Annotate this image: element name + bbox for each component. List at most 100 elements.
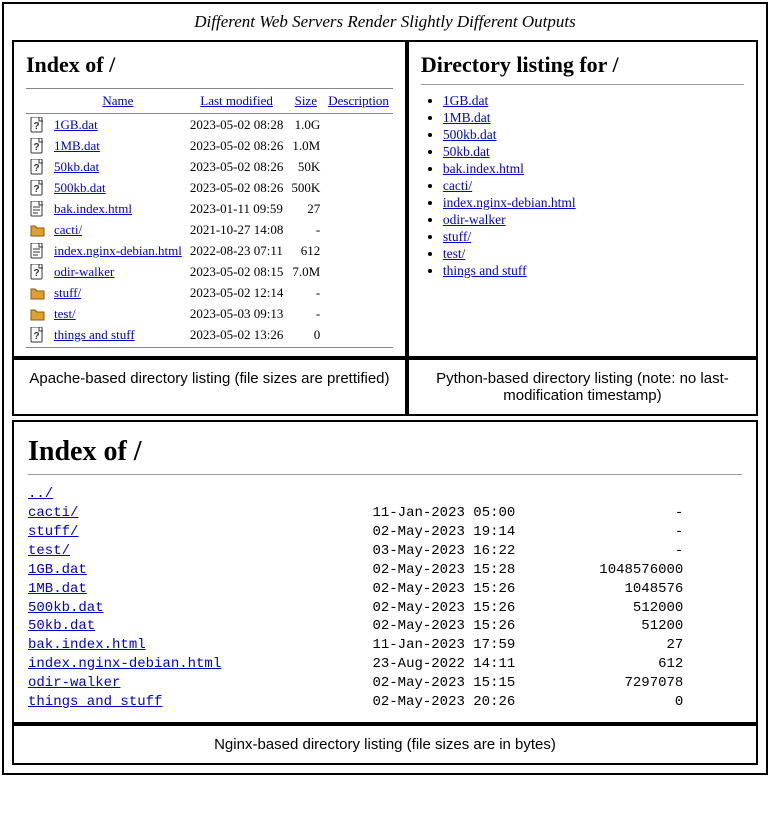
apache-caption: Apache-based directory listing (file siz… — [12, 358, 407, 416]
file-link[interactable]: bak.index.html — [54, 201, 132, 216]
file-link[interactable]: odir-walker — [28, 675, 120, 691]
file-link[interactable]: cacti/ — [28, 505, 78, 521]
size-cell: 0 — [287, 324, 324, 348]
description-cell — [324, 303, 393, 324]
file-link[interactable]: 50kb.dat — [443, 144, 490, 159]
size-cell: 1.0G — [287, 114, 324, 136]
python-panel: Directory listing for / 1GB.dat 1MB.dat 50… — [407, 40, 758, 358]
list-item: index.nginx-debian.html — [443, 195, 744, 211]
table-row: bak.index.html 2023-01-11 09:5927 — [26, 198, 393, 219]
file-link[interactable]: cacti/ — [54, 222, 82, 237]
file-link[interactable]: 1GB.dat — [54, 117, 98, 132]
modified-cell: 2023-05-02 08:26 — [186, 156, 288, 177]
size-cell: 1.0M — [287, 135, 324, 156]
sort-size-link[interactable]: Size — [295, 93, 317, 108]
file-link[interactable]: odir-walker — [54, 264, 114, 279]
folder-file-icon — [26, 303, 50, 324]
file-link[interactable]: 1MB.dat — [443, 110, 491, 125]
file-link[interactable]: things and stuff — [28, 694, 162, 710]
nginx-block: Index of / ../ cacti/ 11-Jan-2023 05:00 … — [12, 420, 758, 765]
file-link[interactable]: index.nginx-debian.html — [443, 195, 576, 210]
file-link[interactable]: 50kb.dat — [54, 159, 99, 174]
table-row: 1GB.dat 2023-05-02 08:281.0G — [26, 114, 393, 136]
file-link[interactable]: test/ — [443, 246, 466, 261]
file-link[interactable]: bak.index.html — [28, 637, 146, 653]
file-link[interactable]: 500kb.dat — [54, 180, 106, 195]
col-name: Name — [50, 89, 186, 114]
file-link[interactable]: index.nginx-debian.html — [28, 656, 221, 672]
col-modified: Last modified — [186, 89, 288, 114]
apache-heading: Index of / — [26, 52, 393, 78]
file-link[interactable]: 1MB.dat — [28, 581, 87, 597]
apache-table: Name Last modified Size Description 1GB.… — [26, 88, 393, 348]
nginx-heading: Index of / — [28, 436, 742, 468]
file-link[interactable]: 1GB.dat — [28, 562, 87, 578]
folder-file-icon — [26, 282, 50, 303]
file-link[interactable]: index.nginx-debian.html — [54, 243, 182, 258]
figure-container: Different Web Servers Render Slightly Di… — [2, 2, 768, 775]
file-name-cell: odir-walker — [50, 261, 186, 282]
modified-cell: 2023-05-03 09:13 — [186, 303, 288, 324]
table-row: cacti/2021-10-27 14:08- — [26, 219, 393, 240]
description-cell — [324, 114, 393, 136]
file-link[interactable]: stuff/ — [443, 229, 471, 244]
size-cell: - — [287, 282, 324, 303]
modified-cell: 2023-05-02 12:14 — [186, 282, 288, 303]
file-name-cell: cacti/ — [50, 219, 186, 240]
file-name-cell: test/ — [50, 303, 186, 324]
description-cell — [324, 282, 393, 303]
file-name-cell: index.nginx-debian.html — [50, 240, 186, 261]
description-cell — [324, 240, 393, 261]
description-cell — [324, 324, 393, 348]
size-cell: - — [287, 303, 324, 324]
modified-cell: 2023-01-11 09:59 — [186, 198, 288, 219]
table-row: 1MB.dat 2023-05-02 08:261.0M — [26, 135, 393, 156]
file-link[interactable]: things and stuff — [54, 327, 135, 342]
modified-cell: 2023-05-02 08:28 — [186, 114, 288, 136]
file-link[interactable]: stuff/ — [28, 524, 78, 540]
nginx-panel: Index of / ../ cacti/ 11-Jan-2023 05:00 … — [12, 420, 758, 724]
file-link[interactable]: 1MB.dat — [54, 138, 100, 153]
file-link[interactable]: cacti/ — [443, 178, 472, 193]
list-item: things and stuff — [443, 263, 744, 279]
nginx-listing: ../ cacti/ 11-Jan-2023 05:00 - stuff/ 02… — [28, 485, 742, 712]
file-link[interactable]: 500kb.dat — [443, 127, 497, 142]
file-link[interactable]: test/ — [28, 543, 70, 559]
size-cell: - — [287, 219, 324, 240]
unknown-file-icon — [26, 324, 50, 348]
sort-desc-link[interactable]: Description — [328, 93, 389, 108]
modified-cell: 2022-08-23 07:11 — [186, 240, 288, 261]
nginx-caption: Nginx-based directory listing (file size… — [12, 724, 758, 765]
file-link[interactable]: bak.index.html — [443, 161, 524, 176]
python-heading: Directory listing for / — [421, 52, 744, 78]
list-item: 50kb.dat — [443, 144, 744, 160]
python-list: 1GB.dat 1MB.dat 500kb.dat 50kb.dat bak.index… — [443, 93, 744, 279]
text-file-icon — [26, 240, 50, 261]
file-link[interactable]: 1GB.dat — [443, 93, 488, 108]
parent-dir-link[interactable]: ../ — [28, 486, 53, 502]
file-name-cell: 500kb.dat — [50, 177, 186, 198]
modified-cell: 2021-10-27 14:08 — [186, 219, 288, 240]
size-cell: 27 — [287, 198, 324, 219]
list-item: 500kb.dat — [443, 127, 744, 143]
file-link[interactable]: 50kb.dat — [28, 618, 95, 634]
modified-cell: 2023-05-02 08:15 — [186, 261, 288, 282]
description-cell — [324, 156, 393, 177]
sort-modified-link[interactable]: Last modified — [200, 93, 273, 108]
modified-cell: 2023-05-02 08:26 — [186, 135, 288, 156]
description-cell — [324, 219, 393, 240]
nginx-hr — [28, 474, 742, 475]
file-link[interactable]: odir-walker — [443, 212, 506, 227]
unknown-file-icon — [26, 114, 50, 136]
file-link[interactable]: things and stuff — [443, 263, 527, 278]
col-icon — [26, 89, 50, 114]
modified-cell: 2023-05-02 08:26 — [186, 177, 288, 198]
file-link[interactable]: stuff/ — [54, 285, 81, 300]
table-row: stuff/2023-05-02 12:14- — [26, 282, 393, 303]
list-item: stuff/ — [443, 229, 744, 245]
file-link[interactable]: test/ — [54, 306, 76, 321]
sort-name-link[interactable]: Name — [102, 93, 133, 108]
description-cell — [324, 135, 393, 156]
description-cell — [324, 177, 393, 198]
file-link[interactable]: 500kb.dat — [28, 600, 104, 616]
